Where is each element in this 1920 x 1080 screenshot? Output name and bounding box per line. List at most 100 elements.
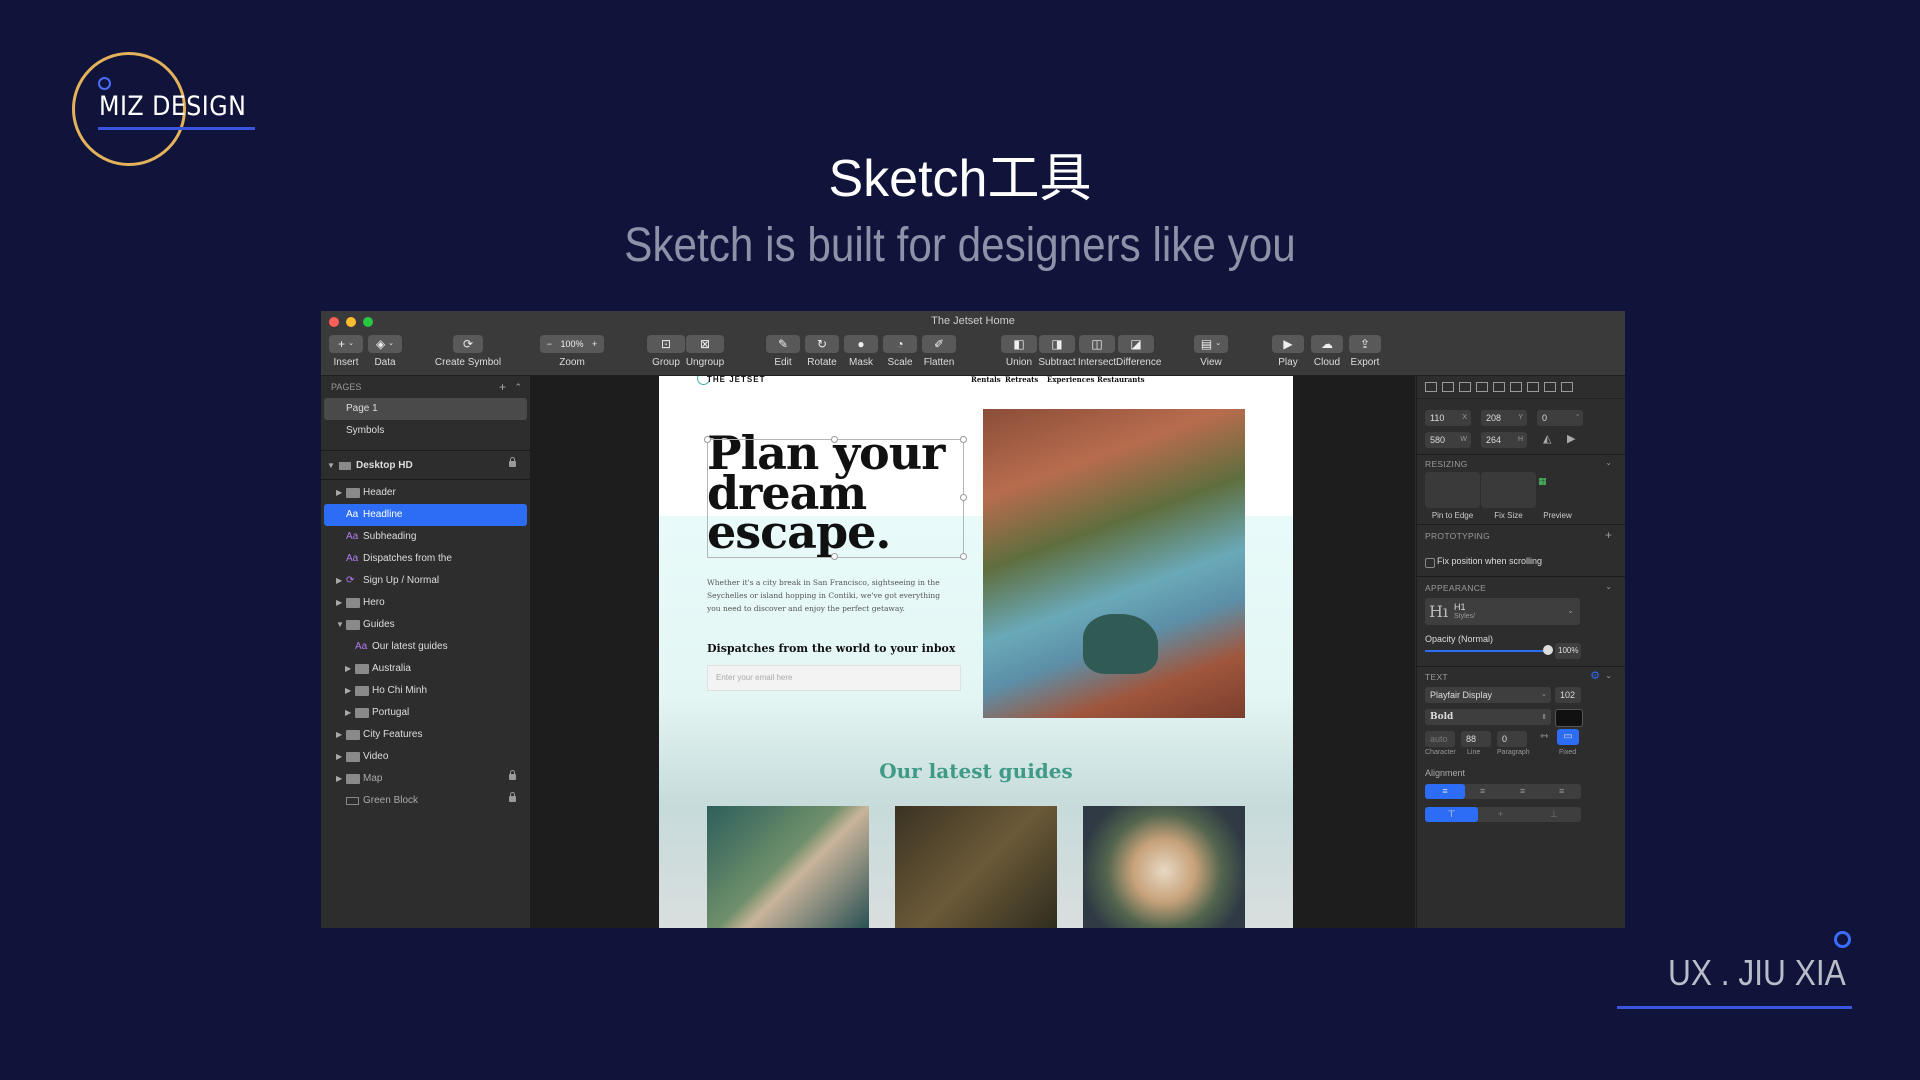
resize-handle[interactable] (960, 494, 967, 501)
layer-row[interactable]: ▶ City Features (321, 724, 530, 746)
layer-row[interactable]: Green Block (321, 790, 530, 812)
guide-card-image[interactable] (1083, 806, 1245, 928)
email-input[interactable]: Enter your email here (707, 665, 961, 691)
valign-middle-icon[interactable]: + (1498, 807, 1503, 822)
layer-row[interactable]: ▶ Ho Chi Minh (321, 680, 530, 702)
resize-handle[interactable] (960, 553, 967, 560)
cloud-button[interactable]: ☁ Cloud (1310, 335, 1344, 368)
align-text-justify-icon[interactable]: ≡ (1559, 784, 1564, 799)
x-field[interactable]: 110 X (1425, 410, 1471, 426)
export-button[interactable]: ⇪ Export (1348, 335, 1382, 368)
add-prototype-icon[interactable]: + (1605, 528, 1612, 542)
height-field[interactable]: 264 H (1481, 432, 1527, 448)
disclosure-closed-icon[interactable]: ▶ (336, 768, 342, 790)
page-item[interactable]: Page 1 (324, 398, 527, 420)
page-item[interactable]: Symbols (324, 420, 527, 442)
opacity-slider-knob[interactable] (1543, 645, 1553, 655)
disclosure-closed-icon[interactable]: ▶ (345, 658, 351, 680)
layer-row[interactable]: Aa Our latest guides (321, 636, 530, 658)
canvas[interactable]: THE JETSET Rentals Retreats Experiences … (531, 376, 1415, 928)
disclosure-open-icon[interactable]: ▼ (336, 614, 344, 636)
flip-horizontal-icon[interactable]: ◭ (1543, 432, 1551, 445)
opacity-field[interactable]: 100% (1555, 643, 1581, 659)
valign-top-icon[interactable]: ⊤ (1425, 807, 1478, 822)
align-text-center-icon[interactable]: ≡ (1480, 784, 1485, 799)
create-symbol-button[interactable]: ⟳ Create Symbol (433, 335, 503, 368)
chevron-down-icon[interactable]: ⌄ (1605, 582, 1612, 591)
align-left-icon[interactable] (1425, 382, 1437, 392)
chevron-down-icon[interactable]: ⌄ (1605, 458, 1612, 467)
y-field[interactable]: 208 Y (1481, 410, 1527, 426)
group-button[interactable]: ⊡ Group (646, 335, 686, 368)
line-height-field[interactable]: 88 (1461, 731, 1491, 747)
auto-width-icon[interactable]: ⇿ (1540, 731, 1548, 742)
nav-link[interactable]: Retreats (1005, 376, 1038, 384)
align-right-icon[interactable] (1459, 382, 1471, 392)
resize-handle[interactable] (960, 436, 967, 443)
nav-link[interactable]: Restaurants (1097, 376, 1145, 384)
disclosure-closed-icon[interactable]: ▶ (336, 592, 342, 614)
flip-vertical-icon[interactable]: ▶ (1567, 432, 1575, 445)
rotate-button[interactable]: ↻ Rotate (804, 335, 840, 368)
tidy-icon[interactable] (1561, 382, 1573, 392)
layer-row[interactable]: Aa Dispatches from the (321, 548, 530, 570)
layer-row[interactable]: ▼ Guides (321, 614, 530, 636)
guide-card-image[interactable] (895, 806, 1057, 928)
layer-row[interactable]: ▶ ⟳ Sign Up / Normal (321, 570, 530, 592)
zoom-stepper[interactable]: − 100% + (540, 335, 604, 353)
nav-link[interactable]: Rentals (971, 376, 1001, 384)
align-center-icon[interactable] (1442, 382, 1454, 392)
layer-row[interactable]: ▶ Map (321, 768, 530, 790)
disclosure-closed-icon[interactable]: ▶ (336, 746, 342, 768)
flatten-button[interactable]: ✐ Flatten (921, 335, 957, 368)
layer-row[interactable]: ▶ Australia (321, 658, 530, 680)
zoom-control[interactable]: − 100% + Zoom (539, 335, 605, 368)
layer-row-selected[interactable]: Aa Headline (324, 504, 527, 526)
view-button[interactable]: ▤ ⌄ View (1193, 335, 1229, 368)
resize-handle[interactable] (704, 436, 711, 443)
artboard[interactable]: THE JETSET Rentals Retreats Experiences … (659, 376, 1293, 928)
pin-to-edge-control[interactable] (1425, 472, 1480, 508)
scale-button[interactable]: ◔ Scale (882, 335, 918, 368)
resize-handle[interactable] (831, 436, 838, 443)
lock-icon[interactable] (509, 457, 516, 467)
fixed-size-icon[interactable]: ▭ (1557, 729, 1579, 745)
mask-button[interactable]: ● Mask (843, 335, 879, 368)
align-middle-icon[interactable] (1493, 382, 1505, 392)
insert-button[interactable]: + ⌄ Insert (328, 335, 364, 368)
font-family-select[interactable]: Playfair Display ⌄ (1425, 687, 1551, 703)
rotation-field[interactable]: 0 ° (1537, 410, 1583, 426)
paragraph-spacing-field[interactable]: 0 (1497, 731, 1527, 747)
difference-button[interactable]: ◪ Difference (1116, 335, 1161, 368)
fix-position-checkbox[interactable] (1425, 558, 1435, 568)
union-button[interactable]: ◧ Union (999, 335, 1039, 368)
collapse-pages-icon[interactable]: ⌃ (514, 376, 522, 398)
gear-icon[interactable]: ⚙ (1590, 669, 1600, 682)
disclosure-closed-icon[interactable]: ▶ (336, 482, 342, 504)
align-top-icon[interactable] (1476, 382, 1488, 392)
disclosure-closed-icon[interactable]: ▶ (336, 724, 342, 746)
fix-size-control[interactable] (1481, 472, 1536, 508)
lock-icon[interactable] (509, 770, 516, 780)
align-bottom-icon[interactable] (1510, 382, 1522, 392)
ungroup-button[interactable]: ⊠ Ungroup (685, 335, 725, 368)
align-text-left-icon[interactable]: ≡ (1425, 784, 1465, 799)
layer-row[interactable]: ▶ Hero (321, 592, 530, 614)
guide-card-image[interactable] (707, 806, 869, 928)
data-button[interactable]: ◈ ⌄ Data (367, 335, 403, 368)
chevron-down-icon[interactable]: ⌄ (1605, 671, 1612, 680)
disclosure-open-icon[interactable]: ▼ (327, 455, 335, 477)
opacity-slider[interactable] (1425, 650, 1547, 652)
add-page-icon[interactable]: + (499, 376, 506, 398)
play-button[interactable]: ▶ Play (1271, 335, 1305, 368)
font-weight-select[interactable]: Bold ⇕ (1425, 709, 1551, 725)
layer-row[interactable]: ▶ Portugal (321, 702, 530, 724)
width-field[interactable]: 580 W (1425, 432, 1471, 448)
nav-link[interactable]: Experiences (1047, 376, 1094, 384)
disclosure-closed-icon[interactable]: ▶ (345, 680, 351, 702)
zoom-out-icon[interactable]: − (547, 335, 552, 353)
disclosure-closed-icon[interactable]: ▶ (345, 702, 351, 724)
text-color-swatch[interactable] (1555, 709, 1583, 727)
font-size-field[interactable]: 102 (1555, 687, 1581, 703)
align-text-right-icon[interactable]: ≡ (1520, 784, 1525, 799)
